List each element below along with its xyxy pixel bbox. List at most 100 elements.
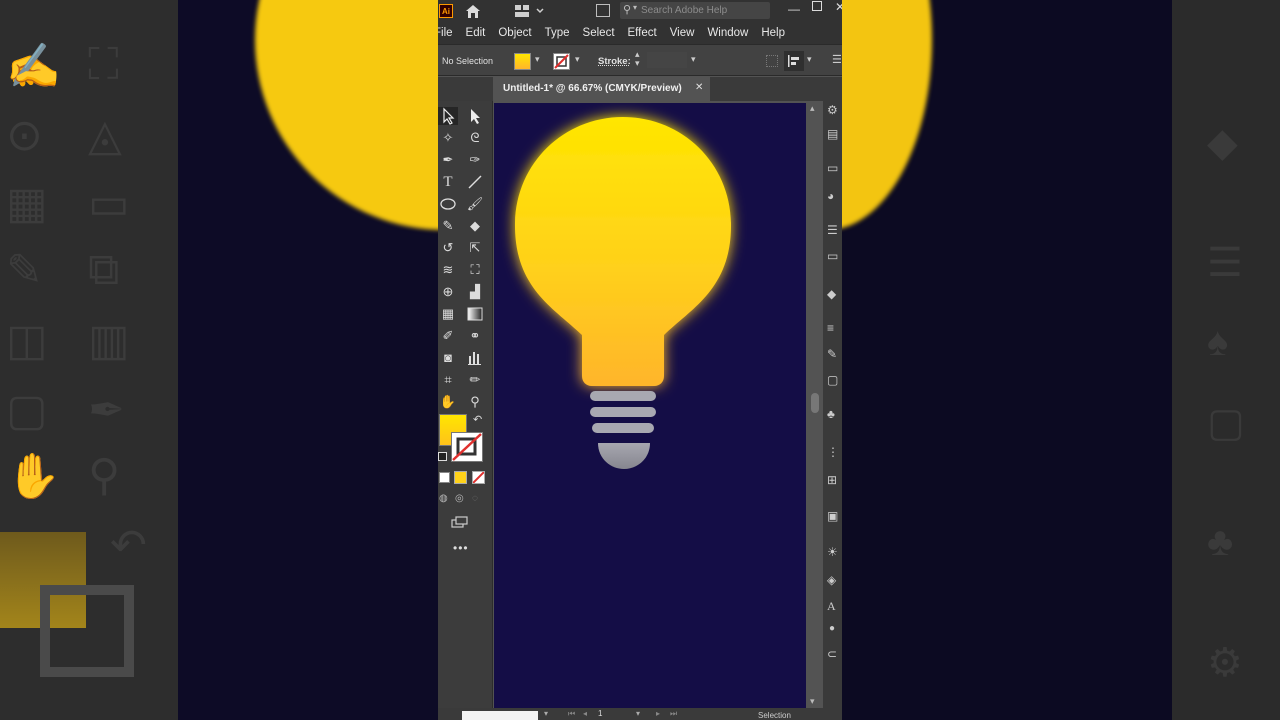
stroke-color-swatch[interactable] (553, 53, 570, 70)
workspace-switcher-icon[interactable] (514, 4, 546, 18)
symbols-panel-icon[interactable]: ♣ (827, 407, 835, 421)
hand-tool-icon[interactable]: ✋ (438, 393, 458, 411)
zoom-field[interactable] (462, 711, 538, 720)
menu-view[interactable]: View (670, 27, 695, 39)
warp-tool-icon[interactable]: ≋ (438, 261, 458, 279)
stroke-panel-icon[interactable]: ☀ (827, 545, 838, 559)
free-transform-tool-icon[interactable]: ⛶ (465, 261, 485, 279)
libraries-panel-icon[interactable]: ▤ (827, 127, 838, 141)
menu-effect[interactable]: Effect (628, 27, 657, 39)
character-panel-icon[interactable]: A (827, 599, 836, 614)
draw-inside-icon[interactable]: ◌ (472, 493, 478, 504)
arrange-documents-icon[interactable] (596, 4, 610, 17)
close-window-button[interactable]: ✕ (835, 0, 842, 14)
menu-window[interactable]: Window (707, 27, 748, 39)
close-icon[interactable]: ✕ (695, 82, 703, 93)
menu-file[interactable]: File (438, 27, 453, 39)
color-mode-icon[interactable] (439, 472, 450, 483)
rotate-tool-icon[interactable]: ↺ (438, 239, 458, 257)
document-tab[interactable]: Untitled-1* @ 66.67% (CMYK/Preview) (494, 77, 710, 101)
menu-edit[interactable]: Edit (466, 27, 486, 39)
menu-help[interactable]: Help (761, 27, 785, 39)
vertical-scrollbar[interactable]: ▴ ▾ (808, 101, 822, 711)
pen-tool-icon[interactable]: ✒ (438, 151, 458, 169)
gradient-tool-icon[interactable] (465, 305, 485, 323)
none-mode-icon[interactable] (472, 471, 485, 484)
menu-type[interactable]: Type (545, 27, 570, 39)
shape-builder-tool-icon[interactable]: ⊕ (438, 283, 458, 301)
pathfinder-panel-icon[interactable]: ▢ (827, 373, 838, 387)
fill-dropdown-icon[interactable]: ▾ (535, 54, 540, 65)
artboards-panel-icon[interactable]: ▭ (827, 249, 838, 263)
symbol-sprayer-tool-icon[interactable]: ◙ (438, 349, 458, 367)
control-menu-icon[interactable]: ☰ (832, 53, 842, 66)
stroke-swatch[interactable] (451, 432, 483, 462)
align-grid-icon[interactable] (766, 55, 778, 67)
artboard[interactable] (494, 103, 806, 710)
menu-select[interactable]: Select (583, 27, 615, 39)
slice-tool-icon[interactable]: ✏ (465, 371, 485, 389)
scroll-down-icon[interactable]: ▾ (810, 696, 815, 707)
column-graph-tool-icon[interactable] (465, 349, 485, 367)
stroke-label[interactable]: Stroke: (598, 56, 631, 67)
zoom-dropdown-icon[interactable]: ▾ (544, 709, 548, 718)
draw-normal-icon[interactable]: ◍ (439, 493, 448, 504)
perspective-grid-tool-icon[interactable]: ▟ (465, 283, 485, 301)
swap-fill-stroke-icon[interactable]: ↶ (473, 413, 482, 426)
layers-panel-icon[interactable]: ☰ (827, 223, 838, 237)
artboard-dropdown-icon[interactable]: ▾ (636, 709, 640, 718)
first-artboard-icon[interactable]: ⏮ (568, 709, 575, 719)
paragraph-panel-icon[interactable]: ● (829, 623, 835, 634)
eyedropper-tool-icon[interactable]: ✐ (438, 327, 458, 345)
line-tool-icon[interactable] (465, 173, 485, 191)
links-panel-icon[interactable]: ⊂ (827, 647, 837, 661)
eraser-tool-icon[interactable]: ◆ (465, 217, 485, 235)
ellipse-tool-icon[interactable] (438, 195, 458, 213)
next-artboard-icon[interactable]: ▸ (656, 709, 660, 718)
type-tool-icon[interactable]: T (438, 173, 458, 191)
artboard-tool-icon[interactable]: ⌗ (438, 371, 458, 389)
blend-tool-icon[interactable]: ⚭ (465, 327, 485, 345)
home-icon[interactable] (464, 3, 482, 19)
scroll-up-icon[interactable]: ▴ (810, 103, 815, 114)
gradient-mode-icon[interactable] (454, 471, 467, 484)
last-artboard-icon[interactable]: ⏭ (670, 709, 677, 719)
properties-panel-icon[interactable]: ⚙ (827, 103, 838, 117)
paintbrush-tool-icon[interactable]: 🖌 (465, 195, 485, 213)
zoom-tool-icon[interactable]: ⚲ (465, 393, 485, 411)
stroke-weight-stepper[interactable]: ▴ ▾ (635, 50, 640, 68)
stroke-dropdown-icon[interactable]: ▾ (575, 54, 580, 65)
brushes-panel-icon[interactable]: ⊞ (827, 473, 837, 487)
magic-wand-tool-icon[interactable]: ✧ (438, 129, 458, 147)
light-bulb-artwork[interactable] (494, 103, 806, 710)
direct-selection-tool-icon[interactable] (465, 107, 485, 125)
draw-behind-icon[interactable]: ◎ (455, 493, 464, 504)
previous-artboard-icon[interactable]: ◂ (583, 709, 587, 718)
scale-tool-icon[interactable]: ⇱ (465, 239, 485, 257)
graphic-styles-panel-icon[interactable]: ⋮ (827, 445, 839, 459)
align-panel-icon[interactable]: ≡ (827, 321, 834, 335)
align-dropdown-icon[interactable]: ▾ (807, 54, 812, 65)
fill-color-swatch[interactable] (514, 53, 531, 70)
transparency-panel-icon[interactable]: ◈ (827, 573, 836, 587)
appearance-panel-icon[interactable]: ◆ (827, 287, 836, 301)
stroke-weight-field[interactable] (647, 52, 687, 68)
stroke-weight-dropdown-icon[interactable]: ▾ (691, 54, 696, 65)
gradient-panel-icon[interactable]: ▣ (827, 509, 838, 523)
restore-button[interactable] (812, 1, 822, 11)
minimize-button[interactable]: — (788, 2, 800, 16)
default-colors-icon[interactable] (438, 452, 447, 461)
swatches-panel-icon[interactable]: ◕ (827, 189, 834, 203)
menu-object[interactable]: Object (498, 27, 531, 39)
ellipsis-icon[interactable]: ••• (453, 541, 469, 555)
search-field[interactable]: ⚲ ▾ Search Adobe Help (620, 2, 770, 19)
curvature-tool-icon[interactable]: ✑ (465, 151, 485, 169)
scroll-thumb[interactable] (811, 393, 819, 413)
mesh-tool-icon[interactable]: ▦ (438, 305, 458, 323)
artboard-number[interactable]: 1 (598, 709, 602, 718)
align-options-icon[interactable] (784, 51, 804, 71)
lasso-tool-icon[interactable]: ᘓ (465, 129, 485, 147)
transform-panel-icon[interactable]: ✎ (827, 347, 837, 361)
canvas-area[interactable]: ▴ ▾ (494, 101, 842, 720)
color-panel-icon[interactable]: ▭ (827, 161, 838, 175)
